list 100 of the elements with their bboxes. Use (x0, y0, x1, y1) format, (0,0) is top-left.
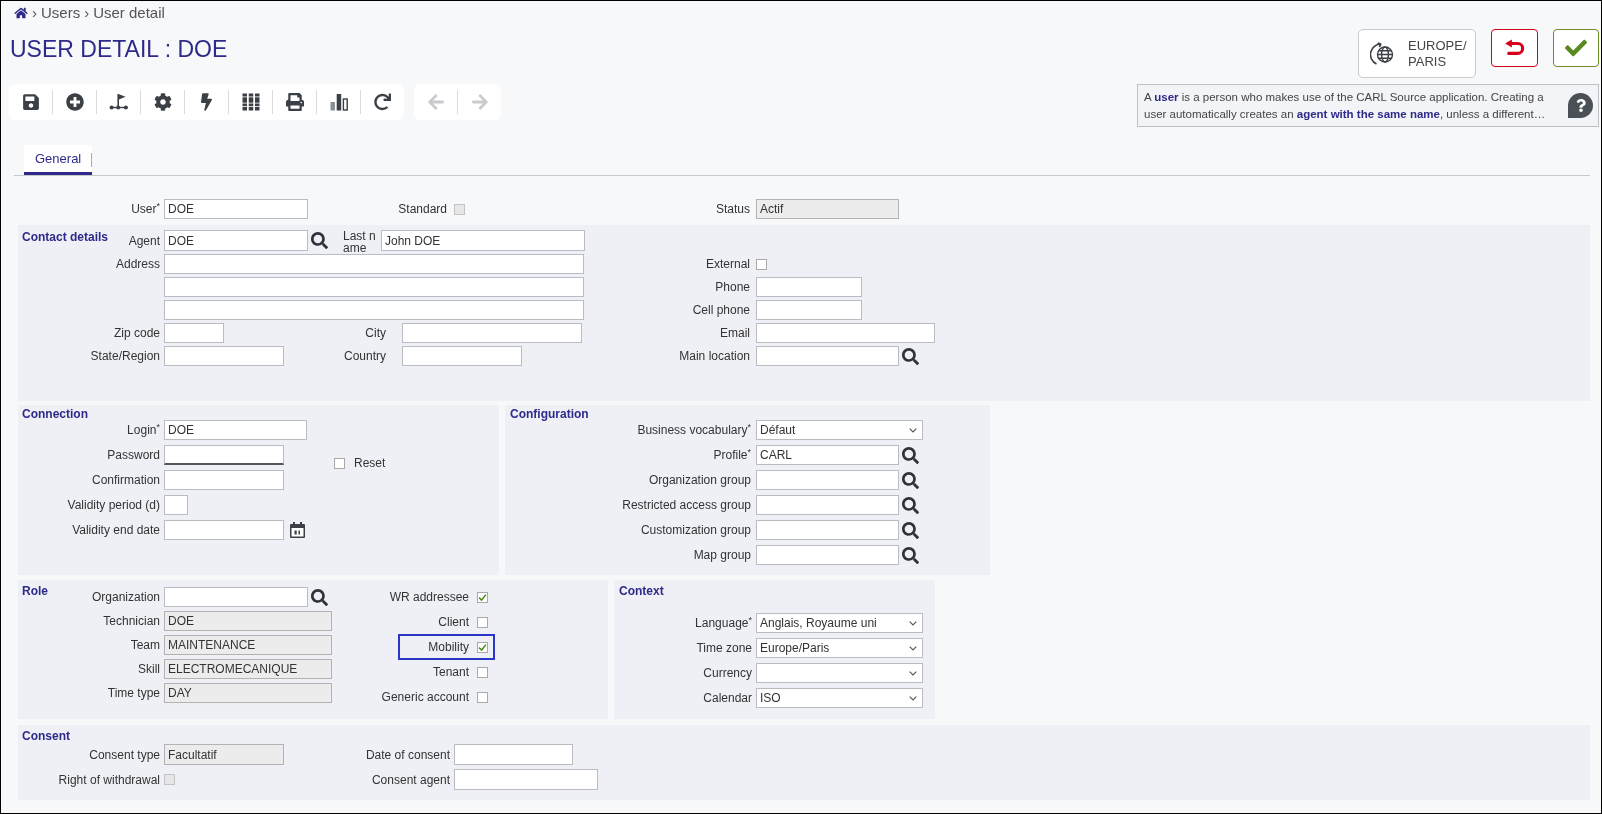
select-field[interactable]: ISO (756, 688, 923, 708)
breadcrumb-link[interactable]: Users (41, 3, 81, 22)
field-label: Consent agent (371, 772, 450, 787)
field-label: Tenant (432, 665, 469, 679)
field-label: Login$^{*}$ (127, 423, 160, 437)
field-label: Client (438, 615, 469, 629)
undo-button[interactable] (1491, 29, 1538, 67)
text-field[interactable] (402, 346, 522, 366)
checkbox[interactable] (477, 616, 488, 628)
field-label: Validity period (d) (67, 498, 160, 512)
section-title: Role (22, 584, 48, 598)
breadcrumb-separator: › (84, 3, 90, 22)
save-icon[interactable] (22, 93, 39, 111)
checkbox[interactable] (756, 258, 767, 270)
text-field[interactable] (164, 323, 224, 343)
select-field[interactable]: Anglais, Royaume uni (756, 613, 923, 633)
bar-chart-icon[interactable] (329, 93, 348, 111)
text-field[interactable]: DOE (164, 611, 332, 631)
search-icon[interactable] (902, 347, 919, 365)
text-field[interactable]: DAY (164, 683, 332, 703)
text-field[interactable] (756, 495, 899, 515)
tab[interactable]: General (24, 145, 93, 175)
calendar-icon[interactable] (289, 521, 306, 539)
text-field[interactable] (164, 277, 584, 297)
flag-icon[interactable] (108, 93, 129, 111)
select-field[interactable]: Défaut (756, 420, 923, 440)
field-label: Zip code (113, 326, 160, 340)
field-label: Cell phone (692, 303, 750, 317)
text-field[interactable] (756, 470, 899, 490)
undo-icon (1503, 39, 1526, 57)
field-label: Last name (343, 230, 377, 254)
text-field[interactable]: CARL (756, 445, 899, 465)
text-field[interactable]: ELECTROMECANIQUE (164, 659, 332, 679)
text-field[interactable] (164, 254, 584, 274)
field-label: City (365, 326, 386, 340)
search-icon[interactable] (902, 446, 919, 464)
checkbox[interactable] (477, 641, 488, 653)
text-field[interactable]: John DOE (381, 230, 585, 251)
field-label: Email (720, 326, 750, 340)
text-field[interactable]: Actif (756, 199, 899, 219)
text-field[interactable]: MAINTENANCE (164, 635, 332, 655)
search-icon[interactable] (311, 232, 328, 249)
search-icon[interactable] (311, 588, 328, 606)
checkbox[interactable] (334, 457, 345, 469)
text-field[interactable] (164, 470, 284, 490)
redo-icon[interactable] (374, 93, 391, 111)
text-field[interactable] (454, 744, 573, 765)
search-icon[interactable] (902, 546, 919, 564)
text-field[interactable]: DOE (164, 230, 308, 251)
text-field[interactable] (756, 277, 862, 297)
text-field[interactable]: Facultatif (164, 744, 284, 765)
text-field[interactable]: DOE (164, 420, 307, 440)
settings-icon[interactable] (153, 93, 172, 111)
section-title: Configuration (510, 407, 589, 421)
text-field[interactable] (454, 769, 598, 790)
lightning-icon[interactable] (201, 93, 212, 111)
breadcrumb-current: User detail (93, 3, 165, 22)
text-field[interactable] (756, 323, 935, 343)
search-icon[interactable] (902, 496, 919, 514)
home-icon[interactable] (14, 6, 28, 19)
section-title: Consent (22, 729, 70, 743)
text-field[interactable] (756, 520, 899, 540)
chevron-down-icon (909, 695, 917, 701)
print-icon[interactable] (285, 93, 304, 111)
section-title: Connection (22, 407, 88, 421)
help-icon[interactable] (1568, 93, 1593, 118)
columns-icon[interactable] (241, 93, 260, 111)
text-field[interactable] (756, 300, 862, 320)
text-field[interactable]: DOE (164, 199, 308, 219)
timezone-button[interactable]: EUROPE/ PARIS (1358, 29, 1476, 78)
checkbox[interactable] (477, 591, 488, 603)
text-field[interactable] (164, 520, 284, 540)
text-field[interactable] (756, 346, 899, 366)
checkbox[interactable] (477, 666, 488, 678)
field-label: Status (715, 202, 750, 216)
breadcrumb-separator: › (32, 3, 37, 22)
select-field[interactable] (756, 663, 923, 683)
select-field[interactable]: Europe/Paris (756, 638, 923, 658)
text-field[interactable] (164, 445, 284, 465)
text-field[interactable] (164, 587, 308, 607)
add-icon[interactable] (65, 93, 84, 111)
text-field[interactable] (164, 346, 284, 366)
field-label: Profile$^{*}$ (713, 448, 751, 462)
field-label: Organization group (648, 473, 751, 487)
text-field[interactable] (164, 300, 584, 320)
field-label: Calendar (703, 691, 752, 705)
search-icon[interactable] (902, 521, 919, 539)
text-field[interactable] (402, 323, 582, 343)
field-label: Customization group (640, 523, 751, 537)
field-label: Right of withdrawal (58, 772, 160, 787)
field-label: Map group (693, 548, 751, 562)
text-field[interactable] (164, 495, 188, 515)
checkmark-icon (478, 592, 487, 602)
search-icon[interactable] (902, 471, 919, 489)
text-field[interactable] (756, 545, 899, 565)
field-label: WR addressee (389, 590, 469, 604)
checkbox[interactable] (477, 691, 488, 703)
confirm-button[interactable] (1553, 29, 1599, 67)
field-label: Currency (703, 666, 752, 680)
field-label: Consent type (89, 747, 160, 762)
